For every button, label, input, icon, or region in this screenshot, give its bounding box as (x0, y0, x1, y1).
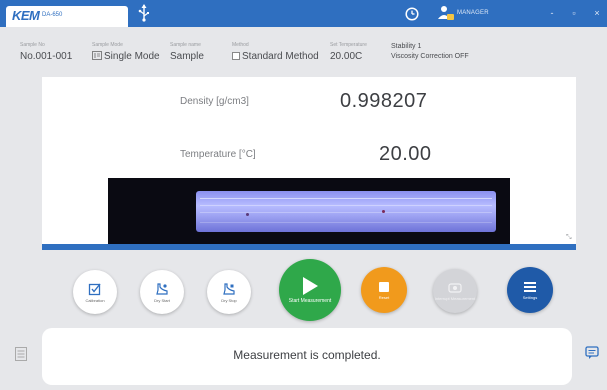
message-icon[interactable] (585, 346, 599, 360)
user-icon[interactable] (437, 5, 455, 22)
reset-label: Reset (378, 294, 390, 300)
sample-no-label: Sample No (20, 42, 45, 48)
progress-bar (42, 244, 576, 250)
density-label: Density [g/cm3] (180, 96, 249, 107)
method-field[interactable]: Method Standard Method (232, 42, 319, 62)
sample-name-field[interactable]: Sample name Sample (170, 42, 204, 62)
user-role-label: MANAGER (457, 10, 489, 16)
start-measurement-button[interactable]: Start Measurement (279, 259, 341, 321)
start-measurement-label: Start Measurement (288, 298, 332, 304)
usb-icon[interactable] (137, 4, 151, 22)
sample-no-value: No.001-001 (20, 51, 73, 62)
title-bar: KEM DA-650 MANAGER - ▫ × (0, 0, 607, 27)
method-checkbox-icon (232, 52, 240, 60)
sample-name-label: Sample name (170, 42, 201, 48)
menu-icon (524, 281, 536, 292)
cell-camera-image (108, 178, 510, 244)
dry-stop-label: Dry Stop (221, 297, 237, 303)
stability-field: Stability 1 Viscosity Correction OFF (391, 43, 469, 60)
method-label: Method (232, 42, 249, 48)
minimize-button[interactable]: - (545, 6, 559, 20)
dry-start-icon (156, 282, 168, 295)
list-icon[interactable] (15, 347, 27, 361)
stop-icon (379, 281, 389, 292)
settings-label: Settings (522, 294, 538, 300)
dry-stop-icon (223, 282, 235, 295)
model-label: DA-650 (42, 12, 63, 18)
resize-icon[interactable]: ⤡ (566, 234, 572, 242)
clock-icon[interactable] (405, 7, 419, 21)
measurement-panel: Density [g/cm3] 0.998207 Temperature [°C… (42, 77, 576, 247)
sample-mode-label: Sample Mode (92, 42, 123, 48)
interrupt-icon (448, 282, 462, 293)
play-icon (303, 277, 318, 295)
single-mode-icon (92, 51, 102, 60)
method-value: Standard Method (242, 51, 319, 62)
density-value: 0.998207 (340, 90, 428, 112)
status-bar: Measurement is completed. (42, 328, 572, 385)
dry-stop-button[interactable]: Dry Stop (207, 270, 251, 314)
reset-button[interactable]: Reset (361, 267, 407, 313)
sample-mode-value: Single Mode (104, 51, 160, 62)
sample-no-field[interactable]: Sample No No.001-001 (20, 42, 72, 62)
interrupt-measurement-button[interactable]: Interrupt Measurement (433, 269, 477, 313)
calibration-icon (88, 283, 101, 295)
set-temperature-label: Set Temperature (330, 42, 367, 48)
set-temperature-field[interactable]: Set Temperature 20.00C (330, 42, 367, 62)
close-button[interactable]: × (590, 6, 604, 20)
sample-name-value: Sample (170, 51, 204, 62)
dry-start-label: Dry Start (154, 297, 170, 303)
set-temperature-value: 20.00C (330, 51, 363, 62)
app-tab[interactable]: KEM DA-650 (6, 6, 128, 27)
stability-value: Stability 1 (391, 43, 422, 50)
kem-logo: KEM (12, 8, 40, 23)
sample-mode-field[interactable]: Sample Mode Single Mode (92, 42, 160, 62)
temperature-value: 20.00 (379, 143, 432, 165)
calibration-button[interactable]: Calibration (73, 270, 117, 314)
viscosity-correction-value: Viscosity Correction OFF (391, 53, 469, 60)
calibration-label: Calibration (85, 297, 105, 303)
dry-start-button[interactable]: Dry Start (140, 270, 184, 314)
maximize-button[interactable]: ▫ (567, 6, 581, 20)
interrupt-measurement-label: Interrupt Measurement (434, 295, 476, 301)
status-message: Measurement is completed. (233, 348, 381, 362)
settings-button[interactable]: Settings (507, 267, 553, 313)
temperature-label: Temperature [°C] (180, 149, 256, 160)
